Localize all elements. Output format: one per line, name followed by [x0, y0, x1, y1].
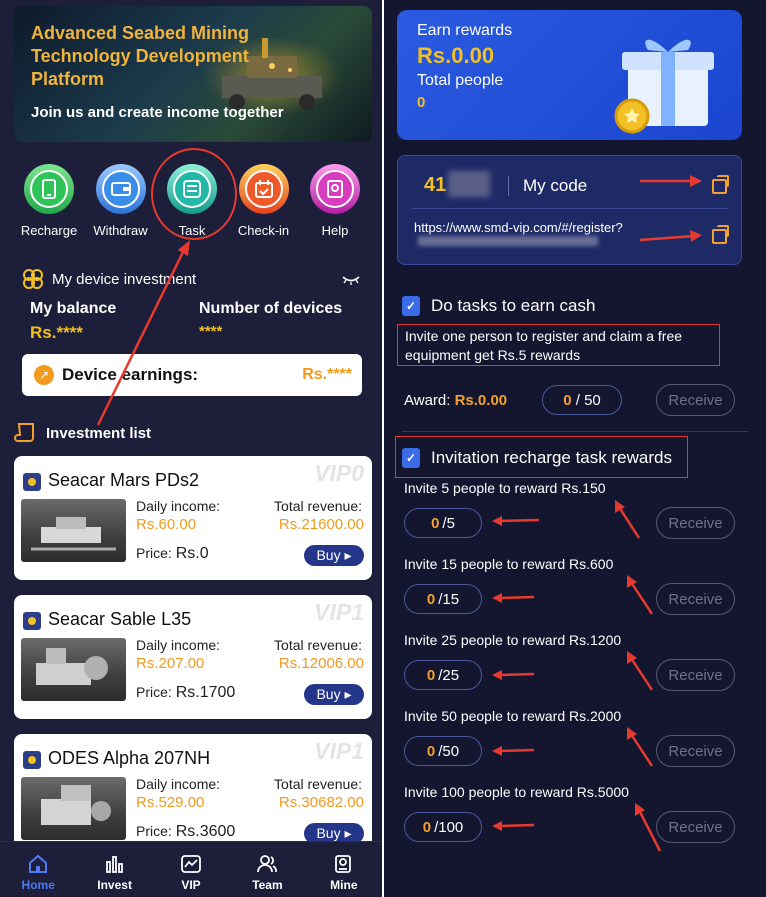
- section-divider: [402, 431, 748, 432]
- task-description: Invite one person to register and claim …: [405, 328, 683, 363]
- tab-team[interactable]: Team: [229, 842, 305, 897]
- progress-current: 0: [426, 666, 436, 684]
- receive-button[interactable]: Receive: [656, 811, 735, 843]
- tab-mine[interactable]: Mine: [306, 842, 382, 897]
- progress-current: 0: [422, 818, 432, 836]
- invitation-title: Invitation recharge task rewards: [431, 448, 672, 467]
- invitation-progress: 0 /5: [404, 508, 482, 538]
- progress-current: 0: [426, 590, 436, 608]
- tab-invest-label: Invest: [97, 878, 132, 892]
- tab-home[interactable]: Home: [0, 842, 76, 897]
- progress-total: /15: [438, 590, 460, 608]
- invitation-progress: 0 /25: [404, 660, 482, 690]
- annotation-arrow-icon: [96, 240, 190, 426]
- trend-icon: [181, 855, 201, 873]
- progress-total: 50: [584, 391, 601, 409]
- invitation-task-label: Invite 25 people to reward Rs.1200: [404, 632, 622, 648]
- progress-current: 0: [563, 391, 572, 409]
- tab-vip-label: VIP: [181, 878, 201, 892]
- progress-current: 0: [431, 514, 440, 532]
- tasks-title: Do tasks to earn cash: [431, 296, 596, 315]
- progress-current: 0: [426, 742, 436, 760]
- team-icon: [257, 855, 278, 873]
- tab-home-label: Home: [21, 878, 55, 892]
- bar-chart-icon: [105, 856, 123, 873]
- invitation-task-label: Invite 5 people to reward Rs.150: [404, 480, 606, 496]
- invitation-progress: 0 /15: [404, 584, 482, 614]
- progress-total: /5: [442, 514, 455, 532]
- receive-button[interactable]: Receive: [656, 507, 735, 539]
- tab-invest[interactable]: Invest: [76, 842, 152, 897]
- home-icon: [29, 854, 48, 873]
- tab-team-label: Team: [252, 878, 283, 892]
- profile-icon: [334, 855, 351, 873]
- tab-vip[interactable]: VIP: [153, 842, 229, 897]
- receive-button[interactable]: Receive: [656, 384, 735, 416]
- invitation-task-label: Invite 15 people to reward Rs.600: [404, 556, 614, 572]
- award: Award: Rs.0.00: [404, 392, 507, 409]
- screenshot-root: Advanced Seabed Mining Technology Develo…: [0, 0, 766, 897]
- task-screen: Earn rewards Rs.0.00 Total people 0 41 M…: [384, 0, 766, 897]
- tab-mine-label: Mine: [330, 878, 358, 892]
- invitation-progress: 0 /100: [404, 812, 482, 842]
- receive-button[interactable]: Receive: [656, 583, 735, 615]
- award-label: Award:: [404, 392, 451, 409]
- tasks-header: ✓ Do tasks to earn cash: [402, 296, 595, 316]
- invitation-task-label: Invite 50 people to reward Rs.2000: [404, 708, 622, 724]
- progress-separator: /: [571, 391, 585, 409]
- clipboard-check-icon: ✓: [402, 448, 420, 468]
- progress-total: /100: [434, 818, 464, 836]
- invitation-progress: 0 /50: [404, 736, 482, 766]
- invitation-task-label: Invite 100 people to reward Rs.5000: [404, 784, 629, 800]
- clipboard-check-icon: ✓: [402, 296, 420, 316]
- award-value: Rs.0.00: [454, 392, 508, 409]
- receive-button[interactable]: Receive: [656, 735, 735, 767]
- home-screen: Advanced Seabed Mining Technology Develo…: [0, 0, 382, 897]
- progress-total: /50: [438, 742, 460, 760]
- progress-total: /25: [438, 666, 460, 684]
- bottom-tab-bar: Home Invest VIP Team Mine: [0, 841, 382, 897]
- task-progress: 0 / 50: [542, 385, 622, 415]
- invitation-header: ✓ Invitation recharge task rewards: [402, 448, 672, 468]
- receive-button[interactable]: Receive: [656, 659, 735, 691]
